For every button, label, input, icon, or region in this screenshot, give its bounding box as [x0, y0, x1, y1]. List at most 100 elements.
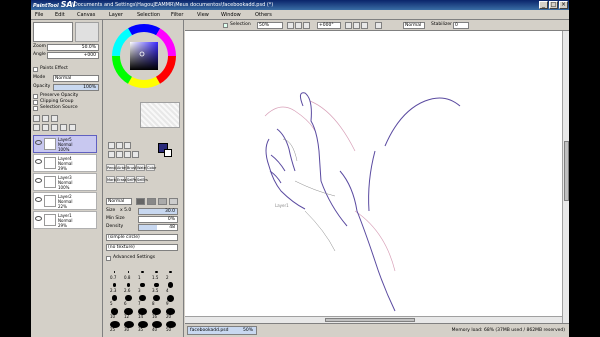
size-slider[interactable]: 30.0: [138, 208, 178, 215]
rotate-left-icon[interactable]: [345, 22, 352, 29]
tool-color[interactable]: Color: [146, 164, 156, 171]
advanced-settings-checkbox[interactable]: [106, 256, 111, 261]
tool-airbrush[interactable]: Airbrush: [116, 164, 132, 171]
toolbar-angle-field[interactable]: +000°: [317, 22, 341, 29]
paints-effect-toggle[interactable]: [33, 67, 38, 72]
color-wheel[interactable]: [112, 24, 176, 88]
selection-visibility-checkbox[interactable]: [223, 23, 228, 28]
angle-field[interactable]: +000: [47, 52, 99, 59]
size-preset[interactable]: 2.3: [108, 281, 121, 293]
menu-edit[interactable]: Edit: [55, 10, 65, 20]
lasso-tool-icon[interactable]: [116, 142, 123, 149]
layer-row[interactable]: Layer4 Normal 29%: [33, 154, 97, 172]
layer-row[interactable]: Layer2 Normal 22%: [33, 192, 97, 210]
document-tab[interactable]: facebookadd.psd 50%: [187, 326, 257, 335]
eye-icon[interactable]: [35, 178, 42, 183]
vertical-scrollbar[interactable]: [562, 31, 569, 323]
brush-mode-select[interactable]: Normal: [106, 198, 132, 205]
zoom-in-icon[interactable]: [295, 22, 302, 29]
size-preset[interactable]: 5: [108, 294, 121, 306]
size-preset[interactable]: 12: [122, 307, 135, 319]
blend-mode-select[interactable]: Normal: [53, 75, 99, 82]
eyedropper-icon[interactable]: [132, 151, 139, 158]
size-preset[interactable]: 30: [122, 320, 135, 332]
size-preset[interactable]: 0.8: [122, 268, 135, 280]
tool-selpen[interactable]: SelPen: [126, 176, 139, 183]
size-preset[interactable]: 4: [164, 281, 177, 293]
layer-row[interactable]: Layer3 Normal 100%: [33, 173, 97, 191]
rotate-reset-icon[interactable]: [361, 22, 368, 29]
delete-layer-icon[interactable]: [60, 124, 67, 131]
size-preset[interactable]: 8: [150, 294, 163, 306]
size-preset[interactable]: 35: [136, 320, 149, 332]
new-folder-icon[interactable]: [51, 115, 58, 122]
menu-others[interactable]: Others: [255, 10, 272, 20]
selection-source-checkbox[interactable]: [33, 106, 38, 111]
zoom-out-icon[interactable]: [287, 22, 294, 29]
menu-window[interactable]: Window: [221, 10, 241, 20]
opacity-slider[interactable]: 100%: [53, 84, 99, 91]
layer-row[interactable]: Layer1 Normal 29%: [33, 211, 97, 229]
menu-file[interactable]: File: [35, 10, 43, 20]
stabilizer-select[interactable]: 0: [453, 22, 469, 29]
tool-selers[interactable]: SelErs: [136, 176, 148, 183]
maximize-button[interactable]: □: [549, 1, 558, 9]
navigator-preview[interactable]: [33, 22, 73, 42]
toolbar-zoom-field[interactable]: 50%: [257, 22, 283, 29]
rotate-right-icon[interactable]: [353, 22, 360, 29]
new-linework-layer-icon[interactable]: [42, 115, 49, 122]
size-preset[interactable]: 10: [108, 307, 121, 319]
menu-selection[interactable]: Selection: [137, 10, 160, 20]
trash-icon[interactable]: [69, 124, 76, 131]
density-slider[interactable]: 48: [138, 224, 178, 231]
brush-texture-select[interactable]: (no texture): [106, 244, 178, 251]
size-preset[interactable]: 3: [136, 281, 149, 293]
tool-eraser[interactable]: Eraser: [116, 176, 128, 183]
background-color-swatch[interactable]: [164, 149, 172, 157]
move-tool-icon[interactable]: [108, 142, 115, 149]
size-preset[interactable]: 16: [150, 307, 163, 319]
flip-horizontal-icon[interactable]: [375, 22, 382, 29]
copy-layer-icon[interactable]: [33, 124, 40, 131]
new-layer-icon[interactable]: [33, 115, 40, 122]
horizontal-scrollbar[interactable]: [185, 316, 562, 323]
size-preset[interactable]: 14: [136, 307, 149, 319]
eye-icon[interactable]: [35, 216, 42, 221]
edge-medium-icon[interactable]: [147, 198, 156, 205]
size-multiplier[interactable]: x 5.0: [120, 208, 131, 214]
preserve-opacity-checkbox[interactable]: [33, 94, 38, 99]
close-button[interactable]: ×: [559, 1, 568, 9]
clear-layer-icon[interactable]: [51, 124, 58, 131]
brush-shape-select[interactable]: (simple circle): [106, 234, 178, 241]
size-preset[interactable]: 3.5: [150, 281, 163, 293]
magic-wand-icon[interactable]: [124, 142, 131, 149]
size-preset[interactable]: 0.7: [108, 268, 121, 280]
menu-layer[interactable]: Layer: [109, 10, 123, 20]
tool-pencil[interactable]: Pencil: [106, 164, 117, 171]
zoom-reset-icon[interactable]: [303, 22, 310, 29]
eye-icon[interactable]: [35, 197, 42, 202]
drawing-canvas[interactable]: Layer1: [185, 31, 562, 316]
size-preset[interactable]: 2: [164, 268, 177, 280]
size-preset[interactable]: 25: [108, 320, 121, 332]
minimize-button[interactable]: _: [539, 1, 548, 9]
rotate-tool-icon[interactable]: [124, 151, 131, 158]
size-preset[interactable]: 40: [150, 320, 163, 332]
size-preset[interactable]: 6: [122, 294, 135, 306]
size-preset[interactable]: 1.5: [150, 268, 163, 280]
edge-soft-icon[interactable]: [158, 198, 167, 205]
merge-down-icon[interactable]: [42, 124, 49, 131]
layer-row[interactable]: Layer5 Normal 100%: [33, 135, 97, 153]
tool-brush[interactable]: Brush: [126, 164, 137, 171]
min-size-slider[interactable]: 0%: [138, 216, 178, 223]
toolbar-mode-select[interactable]: Normal: [403, 22, 425, 29]
scratch-pad[interactable]: [140, 102, 180, 128]
edge-hard-icon[interactable]: [136, 198, 145, 205]
size-preset[interactable]: 1: [136, 268, 149, 280]
zoom-tool-icon[interactable]: [116, 151, 123, 158]
eye-icon[interactable]: [35, 159, 42, 164]
tool-marker[interactable]: Marker: [106, 176, 119, 183]
menu-filter[interactable]: Filter: [171, 10, 183, 20]
size-preset[interactable]: 20: [164, 307, 177, 319]
size-preset[interactable]: 9: [164, 294, 177, 306]
